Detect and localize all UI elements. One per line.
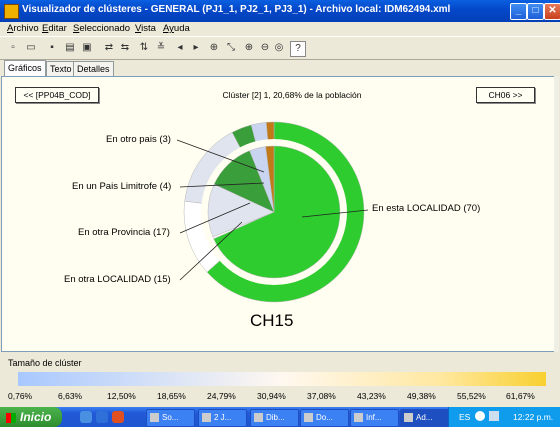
legend-tick: 55,52%	[457, 391, 486, 401]
media-icon[interactable]	[96, 411, 108, 423]
legend-area: Tamaño de clúster 0,76% 6,63% 12,50% 18,…	[0, 352, 560, 407]
tab-texto[interactable]: Texto	[46, 61, 76, 76]
menu-seleccionado[interactable]: Seleccionado	[73, 23, 130, 34]
forward-icon[interactable]: ▸	[189, 41, 203, 55]
label-otro-pais: En otro pais (3)	[106, 134, 171, 145]
menu-ayuda[interactable]: Ayuda	[163, 23, 190, 34]
new-icon[interactable]: ▫	[6, 41, 20, 55]
task-item[interactable]: So...	[146, 409, 195, 427]
zoom-area-icon[interactable]: ⤡	[224, 41, 238, 55]
maximize-button[interactable]: □	[527, 3, 544, 20]
label-otra-provincia: En otra Provincia (17)	[78, 227, 170, 238]
system-tray: ES 12:22 p.m.	[448, 407, 560, 427]
print-icon[interactable]: ▤	[63, 41, 77, 55]
tray-icon[interactable]	[475, 411, 485, 421]
pie-chart	[176, 121, 369, 303]
legend-tick: 30,94%	[257, 391, 286, 401]
refresh-icon[interactable]: ⇄	[102, 41, 116, 55]
chart-title: CH15	[250, 311, 294, 330]
task-item[interactable]: 2 J...	[198, 409, 247, 427]
tab-strip: Gráficos Texto Detalles	[0, 60, 560, 76]
menu-archivo[interactable]: Archivo	[7, 23, 39, 34]
legend-tick: 0,76%	[8, 391, 33, 401]
vertical-scrollbar[interactable]	[554, 76, 559, 352]
taskbar: Inicio So... 2 J... Dib... Do... Inf... …	[0, 407, 560, 427]
tab-graficos[interactable]: Gráficos	[4, 60, 46, 76]
sort-icon[interactable]: ⇅	[137, 41, 151, 55]
windows-flag-icon	[6, 412, 16, 423]
label-otra-localidad: En otra LOCALIDAD (15)	[64, 274, 171, 285]
swap-icon[interactable]: ⇆	[118, 41, 132, 55]
menu-editar[interactable]: Editar	[42, 23, 67, 34]
ie-icon[interactable]	[80, 411, 92, 423]
window-title: Visualizador de clústeres - GENERAL (PJ1…	[22, 4, 451, 15]
legend-title: Tamaño de clúster	[8, 358, 82, 368]
task-item[interactable]: Inf...	[350, 409, 399, 427]
app-icon	[4, 4, 19, 19]
label-esta-localidad: En esta LOCALIDAD (70)	[372, 203, 481, 214]
legend-tick: 6,63%	[58, 391, 83, 401]
legend-tick: 24,79%	[207, 391, 236, 401]
minimize-button[interactable]: _	[510, 3, 527, 20]
legend-tick: 37,08%	[307, 391, 336, 401]
find-icon[interactable]: ⊕	[207, 41, 221, 55]
clock: 12:22 p.m.	[513, 412, 554, 422]
title-bar: Visualizador de clústeres - GENERAL (PJ1…	[0, 0, 560, 22]
language-indicator[interactable]: ES	[459, 412, 470, 422]
preview-icon[interactable]: ▣	[80, 41, 94, 55]
zoom-out-icon[interactable]: ⊖	[258, 41, 272, 55]
legend-tick: 12,50%	[107, 391, 136, 401]
tab-detalles[interactable]: Detalles	[73, 61, 114, 76]
back-icon[interactable]: ◂	[173, 41, 187, 55]
legend-tick: 61,67%	[506, 391, 535, 401]
save-icon[interactable]: ▪	[45, 41, 59, 55]
chart-panel: << [PP04B_COD] CH06 >> Clúster [2] 1, 20…	[1, 76, 555, 352]
help-icon[interactable]: ?	[290, 41, 306, 57]
toolbar: ▫ ▭ ▪ ▤ ▣ ⇄ ⇆ ⇅ ≚ ◂ ▸ ⊕ ⤡ ⊕ ⊖ ◎ ?	[0, 36, 560, 60]
browser-icon[interactable]	[112, 411, 124, 423]
legend-tick: 43,23%	[357, 391, 386, 401]
zoom-fit-icon[interactable]: ◎	[272, 41, 286, 55]
legend-tick: 49,38%	[407, 391, 436, 401]
cluster-size-color-scale	[18, 372, 546, 386]
menu-vista[interactable]: Vista	[135, 23, 156, 34]
label-pais-limitrofe: En un Pais Limitrofe (4)	[72, 181, 172, 192]
tray-icon[interactable]	[489, 411, 499, 421]
filter-icon[interactable]: ≚	[154, 41, 168, 55]
zoom-in-icon[interactable]: ⊕	[242, 41, 256, 55]
task-item[interactable]: Dib...	[250, 409, 299, 427]
open-icon[interactable]: ▭	[24, 41, 38, 55]
close-button[interactable]: ✕	[544, 3, 560, 20]
task-item[interactable]: Do...	[300, 409, 349, 427]
menu-bar: Archivo Editar Seleccionado Vista Ayuda	[0, 22, 560, 36]
legend-tick: 18,65%	[157, 391, 186, 401]
start-button[interactable]: Inicio	[0, 407, 62, 427]
task-item-active[interactable]: Ad...	[400, 409, 449, 427]
